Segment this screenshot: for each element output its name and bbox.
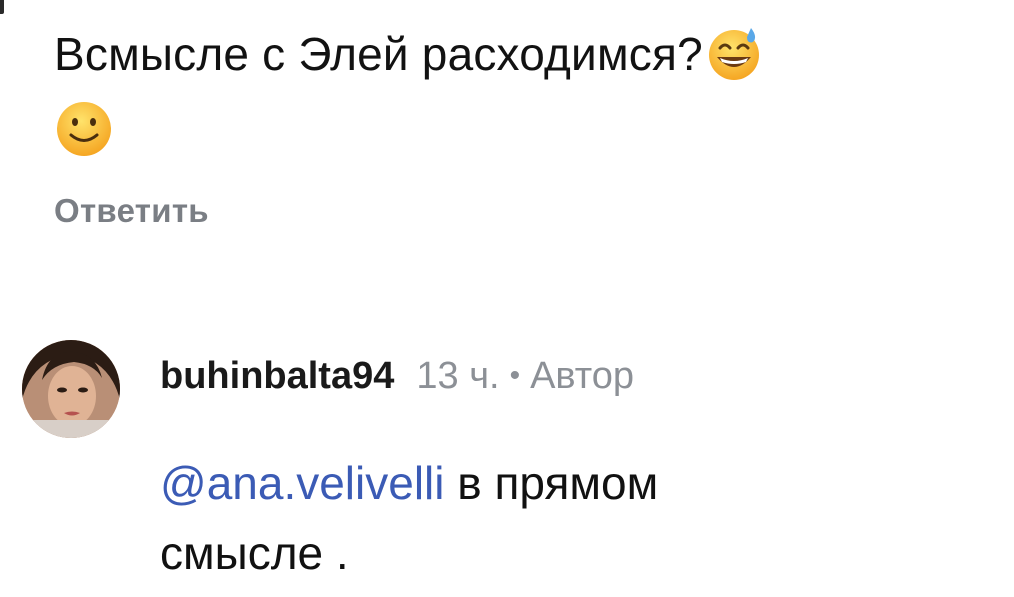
reply-meta: buhinbalta94 13 ч. • Автор bbox=[160, 350, 634, 405]
reply-button[interactable]: Ответить bbox=[54, 192, 209, 230]
reply-text-line1: в прямом bbox=[444, 457, 659, 509]
comment-body: Всмысле с Элей расходимся? bbox=[54, 20, 994, 159]
thread-line-fragment bbox=[0, 0, 4, 14]
comment-parent: Всмысле с Элей расходимся? bbox=[54, 20, 994, 159]
mention-link[interactable]: @ana.velivelli bbox=[160, 457, 445, 509]
username-link[interactable]: buhinbalta94 bbox=[160, 355, 394, 397]
comment-text: Всмысле с Элей расходимся? bbox=[54, 28, 703, 80]
grinning-face-with-sweat-icon bbox=[705, 24, 763, 82]
author-badge: Автор bbox=[530, 355, 635, 397]
slightly-smiling-face-icon bbox=[54, 99, 114, 159]
avatar[interactable] bbox=[22, 340, 120, 438]
reply-body: @ana.velivelli в прямом смысле . bbox=[160, 448, 980, 588]
reply-text-line2: смысле . bbox=[160, 527, 349, 579]
separator-dot: • bbox=[509, 359, 521, 392]
timestamp: 13 ч. bbox=[416, 355, 500, 397]
